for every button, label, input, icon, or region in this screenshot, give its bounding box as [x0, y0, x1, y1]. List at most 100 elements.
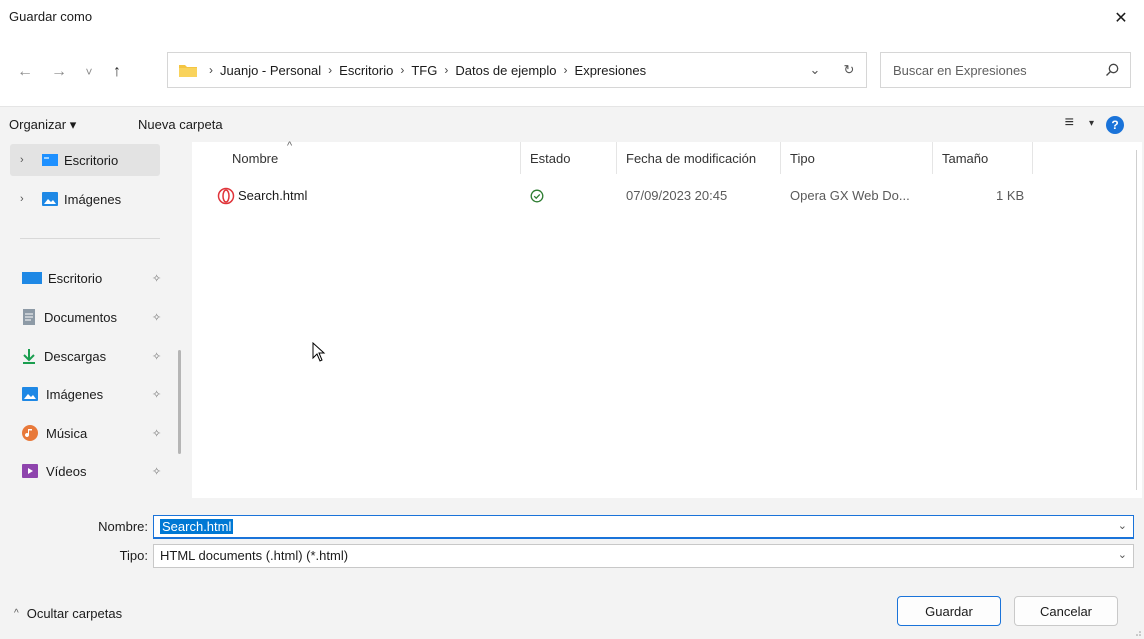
address-dropdown-icon[interactable]: ⌄	[798, 53, 832, 87]
mouse-cursor-icon	[312, 342, 326, 362]
recent-locations-icon[interactable]: ˅	[76, 62, 102, 82]
column-divider[interactable]	[520, 142, 521, 174]
hide-folders-toggle[interactable]: ^ Ocultar carpetas	[14, 606, 122, 621]
pin-icon[interactable]: ✧	[152, 465, 161, 478]
sidebar-divider	[20, 238, 160, 239]
sort-ascending-icon: ^	[287, 140, 293, 152]
refresh-icon[interactable]: ↻	[832, 53, 866, 87]
breadcrumb-separator: ›	[444, 63, 449, 77]
column-label: Estado	[530, 150, 571, 166]
file-list: Nombre ^ Estado Fecha de modificación Ti…	[192, 140, 1142, 498]
sidebar-scrollbar[interactable]	[178, 350, 181, 454]
breadcrumb: › Juanjo - Personal › Escritorio › TFG ›…	[202, 53, 646, 87]
column-label: Tipo	[790, 150, 815, 166]
column-divider[interactable]	[616, 142, 617, 174]
organize-menu[interactable]: Organizar ▾	[9, 117, 76, 133]
navigation-pane: › Escritorio › Imágenes Escritorio ✧ Doc…	[0, 142, 181, 498]
pin-icon[interactable]: ✧	[152, 427, 161, 440]
window-title: Guardar como	[9, 9, 93, 24]
sidebar-item-label: Escritorio	[64, 152, 119, 168]
pin-icon[interactable]: ✧	[152, 350, 161, 363]
quick-access-documentos[interactable]: Documentos ✧	[22, 301, 172, 333]
column-header-date[interactable]: Fecha de modificación	[626, 142, 756, 174]
chevron-down-icon[interactable]: ▾	[1089, 118, 1094, 129]
synced-check-icon	[530, 189, 544, 203]
file-name-field[interactable]: Search.html ⌄	[153, 515, 1134, 539]
folder-icon	[179, 65, 197, 77]
pin-icon[interactable]: ✧	[152, 388, 161, 401]
column-header-name[interactable]: Nombre	[232, 142, 278, 174]
file-name: Search.html	[238, 188, 308, 203]
file-type: Opera GX Web Do...	[790, 188, 910, 203]
column-header-status[interactable]: Estado	[530, 142, 570, 174]
file-name-label: Nombre:	[98, 519, 148, 534]
quick-access-descargas[interactable]: Descargas ✧	[22, 340, 172, 372]
new-folder-button[interactable]: Nueva carpeta	[138, 117, 223, 132]
chevron-down-icon[interactable]: ⌄	[1118, 519, 1127, 532]
column-header-size[interactable]: Tamaño	[942, 142, 988, 174]
column-divider[interactable]	[1032, 142, 1033, 174]
file-type-select[interactable]: HTML documents (.html) (*.html) ⌄	[153, 544, 1134, 568]
save-button[interactable]: Guardar	[897, 596, 1001, 626]
breadcrumb-item[interactable]: Datos de ejemplo	[455, 63, 556, 78]
title-bar: Guardar como ✕	[0, 0, 1144, 36]
breadcrumb-item[interactable]: Juanjo - Personal	[220, 63, 321, 78]
content-scrollbar[interactable]	[1132, 142, 1142, 498]
back-arrow-icon[interactable]: ←	[12, 62, 38, 82]
command-bar: Organizar ▾ Nueva carpeta ≡ ▾ ?	[0, 106, 1144, 142]
hide-folders-label: Ocultar carpetas	[26, 606, 123, 621]
opera-browser-icon	[217, 187, 235, 205]
breadcrumb-item[interactable]: Expresiones	[575, 63, 647, 78]
breadcrumb-separator: ›	[328, 63, 333, 77]
save-form: Nombre: Search.html ⌄ Tipo: HTML documen…	[0, 498, 1144, 639]
pin-icon[interactable]: ✧	[152, 311, 161, 324]
sidebar-item-escritorio[interactable]: › Escritorio	[10, 144, 160, 176]
documents-icon	[23, 309, 35, 325]
sidebar-item-label: Escritorio	[48, 270, 103, 286]
pin-icon[interactable]: ✧	[152, 272, 161, 285]
videos-icon	[22, 464, 38, 478]
sidebar-item-label: Descargas	[44, 348, 107, 364]
search-placeholder: Buscar en Expresiones	[893, 63, 1027, 78]
resize-grip-icon[interactable]	[1132, 627, 1142, 637]
chevron-up-icon: ^	[14, 608, 19, 619]
breadcrumb-separator: ›	[563, 63, 568, 77]
column-label: Nombre	[232, 150, 279, 166]
view-options-icon[interactable]: ≡	[1065, 114, 1074, 132]
column-divider[interactable]	[932, 142, 933, 174]
close-icon[interactable]: ✕	[1098, 0, 1144, 36]
file-date: 07/09/2023 20:45	[626, 188, 728, 203]
column-header-type[interactable]: Tipo	[790, 142, 815, 174]
breadcrumb-item[interactable]: TFG	[411, 63, 437, 78]
file-type-label: Tipo:	[119, 548, 148, 563]
quick-access-musica[interactable]: Música ✧	[22, 417, 172, 449]
up-arrow-icon[interactable]: ↑	[104, 62, 130, 82]
cancel-button[interactable]: Cancelar	[1014, 596, 1118, 626]
downloads-icon	[23, 349, 35, 364]
desktop-icon	[22, 272, 42, 284]
sidebar-item-label: Música	[46, 425, 88, 441]
column-divider[interactable]	[780, 142, 781, 174]
music-icon	[22, 425, 38, 441]
chevron-down-icon[interactable]: ⌄	[1118, 548, 1127, 561]
search-input[interactable]: Buscar en Expresiones	[880, 52, 1131, 88]
chevron-right-icon[interactable]: ›	[20, 193, 42, 205]
quick-access-escritorio[interactable]: Escritorio ✧	[22, 262, 172, 294]
file-size: 1 KB	[996, 188, 1025, 203]
chevron-right-icon[interactable]: ›	[20, 154, 42, 166]
sidebar-item-label: Imágenes	[46, 386, 104, 402]
breadcrumb-separator: ›	[209, 63, 213, 77]
forward-arrow-icon[interactable]: →	[46, 62, 72, 82]
quick-access-videos[interactable]: Vídeos ✧	[22, 455, 172, 487]
breadcrumb-item[interactable]: Escritorio	[339, 63, 393, 78]
table-row[interactable]: Search.html 07/09/2023 20:45 Opera GX We…	[192, 182, 1132, 210]
file-type-value: HTML documents (.html) (*.html)	[160, 548, 349, 563]
pictures-icon	[22, 387, 38, 401]
quick-access-imagenes[interactable]: Imágenes ✧	[22, 378, 172, 410]
address-bar[interactable]: › Juanjo - Personal › Escritorio › TFG ›…	[167, 52, 867, 88]
sidebar-item-label: Documentos	[44, 309, 117, 325]
column-label: Fecha de modificación	[626, 150, 757, 166]
sidebar-item-imagenes[interactable]: › Imágenes	[20, 183, 170, 215]
pictures-folder-icon	[42, 192, 58, 206]
help-icon[interactable]: ?	[1106, 116, 1124, 134]
